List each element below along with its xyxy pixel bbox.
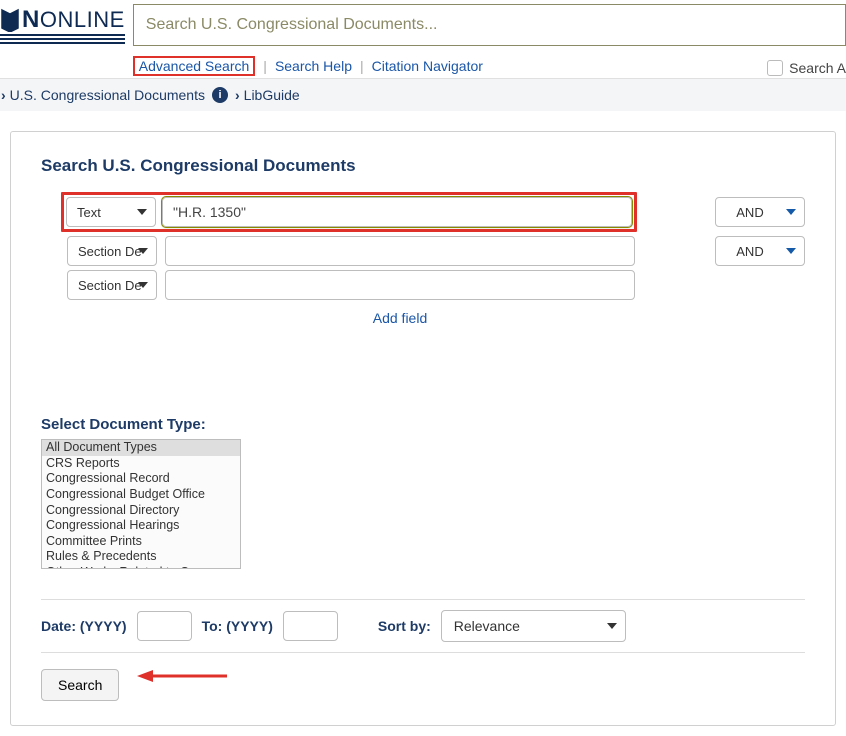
logo-letter: N (22, 6, 40, 34)
sort-by-select[interactable]: Relevance (441, 610, 626, 642)
list-item[interactable]: Congressional Record (42, 471, 240, 487)
search-row-2: Section De AND (61, 236, 805, 266)
checkbox-icon[interactable] (767, 60, 783, 76)
list-item[interactable]: Committee Prints (42, 534, 240, 550)
chevron-down-icon (607, 623, 617, 629)
search-input[interactable] (134, 5, 845, 45)
citation-navigator-link[interactable]: Citation Navigator (372, 58, 483, 74)
chevron-down-icon (786, 248, 796, 254)
search-all-label: Search A (789, 60, 846, 76)
search-rows: Text AND Section De AND (61, 192, 805, 326)
book-icon (0, 8, 20, 32)
document-type-label: Select Document Type: (41, 416, 805, 433)
logo-rest: ONLINE (40, 7, 125, 33)
highlight-box-1: Text (61, 192, 637, 232)
search-bar[interactable] (133, 4, 846, 46)
panel-title: Search U.S. Congressional Documents (41, 156, 805, 176)
chevron-down-icon (138, 248, 148, 254)
date-from-label: Date: (YYYY) (41, 618, 127, 634)
document-type-listbox[interactable]: All Document TypesCRS ReportsCongression… (41, 439, 241, 569)
chevron-right-icon: › (235, 87, 240, 103)
chevron-right-icon: › (1, 87, 6, 103)
field-input-2[interactable] (165, 236, 635, 266)
search-row-3: Section De (61, 270, 805, 300)
list-item[interactable]: Congressional Hearings (42, 518, 240, 534)
operator-value: AND (736, 244, 763, 259)
chevron-down-icon (137, 209, 147, 215)
sub-links: Advanced Search | Search Help | Citation… (133, 54, 846, 78)
search-column: Advanced Search | Search Help | Citation… (133, 0, 846, 78)
field-input-3[interactable] (165, 270, 635, 300)
operator-select-1[interactable]: AND (715, 197, 805, 227)
field-input-1[interactable] (162, 197, 632, 227)
chevron-down-icon (138, 282, 148, 288)
filter-row: Date: (YYYY) To: (YYYY) Sort by: Relevan… (41, 599, 805, 653)
logo[interactable]: NONLINE (0, 6, 125, 34)
arrow-indicator-icon (137, 669, 227, 686)
search-all-option[interactable]: Search A (747, 54, 846, 78)
search-row-1: Text AND (61, 192, 805, 232)
logo-underline (0, 34, 125, 43)
advanced-search-highlight: Advanced Search (133, 56, 256, 76)
search-help-link[interactable]: Search Help (275, 58, 352, 74)
field-select-value: Section De (78, 244, 142, 259)
field-select-2[interactable]: Section De (67, 236, 157, 266)
add-field-row: Add field (61, 304, 805, 326)
date-to-label: To: (YYYY) (202, 618, 273, 634)
list-item[interactable]: Congressional Directory (42, 503, 240, 519)
sort-by-label: Sort by: (378, 618, 431, 634)
advanced-search-link[interactable]: Advanced Search (139, 58, 250, 74)
operator-value: AND (736, 205, 763, 220)
field-select-value: Section De (78, 278, 142, 293)
field-select-1[interactable]: Text (66, 197, 156, 227)
info-icon[interactable]: i (212, 87, 228, 103)
list-item[interactable]: Congressional Budget Office (42, 487, 240, 503)
top-bar: NONLINE Advanced Search | Search Help | … (0, 0, 846, 79)
field-select-3[interactable]: Section De (67, 270, 157, 300)
date-from-input[interactable] (137, 611, 192, 641)
field-select-value: Text (77, 205, 101, 220)
operator-select-2[interactable]: AND (715, 236, 805, 266)
advanced-search-panel: Search U.S. Congressional Documents Text… (10, 131, 836, 726)
date-to-input[interactable] (283, 611, 338, 641)
logo-region: NONLINE (0, 0, 133, 43)
chevron-down-icon (786, 209, 796, 215)
breadcrumb-libguide[interactable]: LibGuide (244, 87, 300, 103)
list-item[interactable]: All Document Types (42, 440, 240, 456)
list-item[interactable]: Other Works Related to Congress (42, 565, 240, 569)
breadcrumb-docs[interactable]: U.S. Congressional Documents (10, 87, 205, 103)
list-item[interactable]: CRS Reports (42, 456, 240, 472)
breadcrumb: › U.S. Congressional Documents i › LibGu… (0, 79, 846, 111)
list-item[interactable]: Rules & Precedents (42, 549, 240, 565)
sort-by-value: Relevance (454, 618, 520, 634)
add-field-link[interactable]: Add field (165, 310, 635, 326)
